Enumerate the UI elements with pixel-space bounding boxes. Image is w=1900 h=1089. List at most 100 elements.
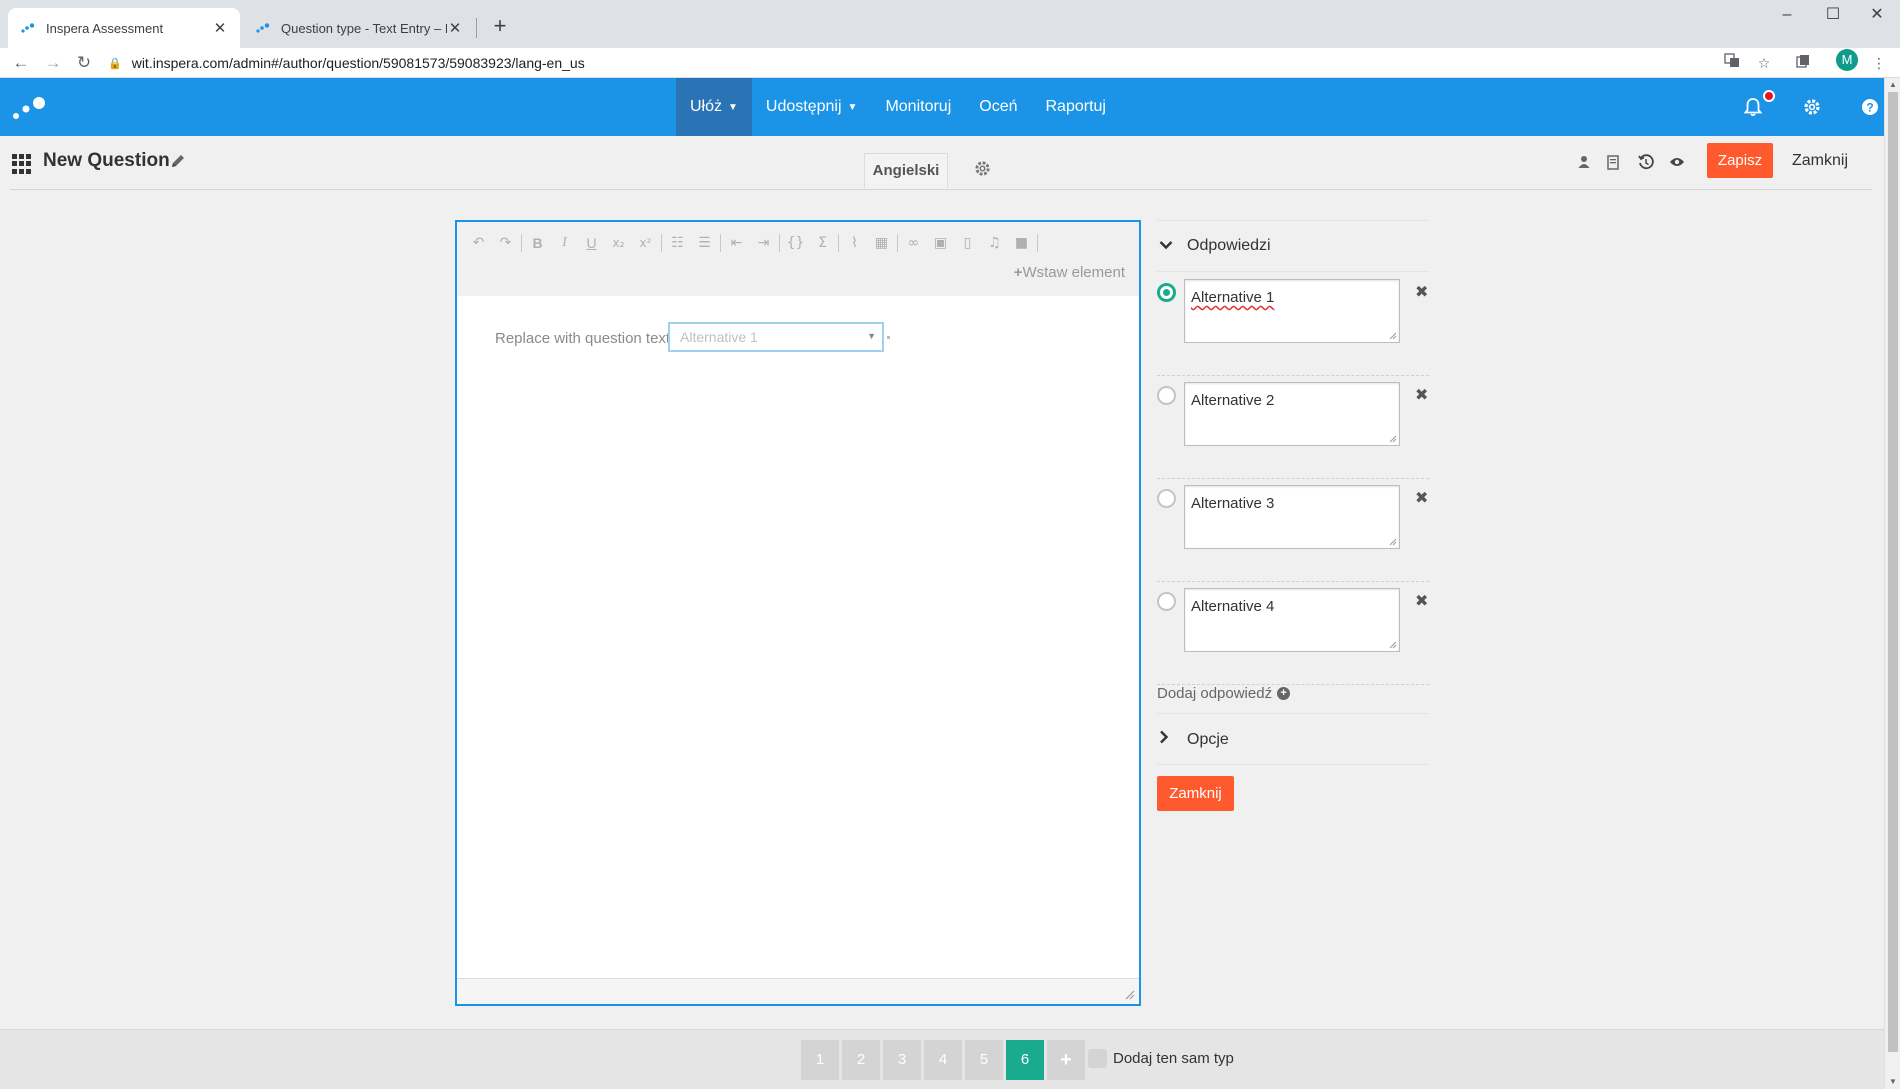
correct-answer-radio[interactable] — [1157, 283, 1176, 302]
translate-icon[interactable] — [1721, 52, 1743, 74]
image-icon[interactable]: ▣ — [927, 232, 954, 254]
document-icon[interactable] — [1603, 152, 1623, 172]
nav-item-monitoruj[interactable]: Monitoruj — [871, 78, 965, 136]
undo-icon[interactable]: ↶ — [465, 232, 492, 254]
inspera-favicon-icon — [255, 20, 271, 36]
indent-icon[interactable]: ⇥ — [750, 232, 777, 254]
add-same-type-toggle[interactable]: Dodaj ten sam typ — [1088, 1049, 1234, 1068]
notifications-bell-icon[interactable] — [1744, 78, 1762, 136]
extensions-icon[interactable] — [1792, 52, 1814, 74]
language-settings-gear-icon[interactable] — [974, 160, 991, 182]
answers-section-title: Odpowiedzi — [1187, 237, 1271, 254]
resize-handle-icon[interactable] — [1389, 538, 1397, 546]
close-tab-icon[interactable]: ✕ — [447, 19, 463, 37]
app-header: Ułóż ▼ Udostępnij ▼ Monitoruj Oceń Rapor… — [0, 78, 1884, 136]
nav-item-uloz[interactable]: Ułóż ▼ — [676, 78, 752, 136]
correct-answer-radio[interactable] — [1157, 489, 1176, 508]
back-icon[interactable]: ← — [8, 50, 34, 76]
page-button[interactable]: 4 — [924, 1040, 962, 1080]
language-tab-angielski[interactable]: Angielski — [864, 153, 948, 188]
numbered-list-icon[interactable]: ☷ — [664, 232, 691, 254]
resize-handle-icon[interactable] — [1389, 332, 1397, 340]
close-button[interactable]: Zamknij — [1780, 143, 1860, 178]
nav-item-label: Oceń — [979, 98, 1018, 115]
minimize-window-icon[interactable]: – — [1764, 0, 1810, 32]
insert-element-button[interactable]: +Wstaw element — [1014, 264, 1125, 281]
video-icon[interactable]: ■ — [1008, 232, 1035, 254]
page-scrollbar[interactable]: ▲ ▼ — [1884, 78, 1900, 1089]
scrollbar-thumb[interactable] — [1888, 92, 1898, 1052]
remove-alternative-icon[interactable]: ✖ — [1415, 282, 1428, 302]
resize-handle-icon[interactable] — [1125, 990, 1135, 1000]
remove-alternative-icon[interactable]: ✖ — [1415, 488, 1428, 508]
new-tab-icon[interactable]: + — [486, 12, 514, 40]
add-same-type-checkbox[interactable] — [1088, 1049, 1107, 1068]
profile-avatar[interactable]: M — [1836, 49, 1858, 71]
correct-answer-radio[interactable] — [1157, 386, 1176, 405]
alternative-text-field[interactable]: Alternative 3 — [1184, 485, 1400, 549]
nav-item-label: Raportuj — [1045, 98, 1106, 115]
page-button[interactable]: 1 — [801, 1040, 839, 1080]
close-tab-icon[interactable]: ✕ — [212, 19, 228, 37]
answers-section-header[interactable]: Odpowiedzi — [1157, 220, 1429, 272]
link-icon[interactable]: ∞ — [900, 232, 927, 254]
bulleted-list-icon[interactable]: ☰ — [691, 232, 718, 254]
page-button[interactable]: 5 — [965, 1040, 1003, 1080]
page-button[interactable]: 3 — [883, 1040, 921, 1080]
superscript-icon[interactable]: x² — [632, 232, 659, 254]
editor-content-area[interactable]: Replace with question text Alternative 1… — [457, 296, 1139, 976]
resize-handle-icon[interactable] — [1389, 641, 1397, 649]
save-button[interactable]: Zapisz — [1707, 143, 1773, 178]
redo-icon[interactable]: ↷ — [492, 232, 519, 254]
table-icon[interactable]: ▦ — [868, 232, 895, 254]
remove-alternative-icon[interactable]: ✖ — [1415, 591, 1428, 611]
page-button[interactable]: 2 — [842, 1040, 880, 1080]
edit-title-pencil-icon[interactable] — [170, 153, 186, 174]
user-icon[interactable] — [1574, 152, 1594, 172]
code-braces-icon[interactable]: {} — [782, 232, 809, 254]
scroll-down-icon[interactable]: ▼ — [1885, 1075, 1900, 1089]
close-panel-button[interactable]: Zamknij — [1157, 776, 1234, 811]
forward-icon[interactable]: → — [40, 50, 66, 76]
italic-icon[interactable]: I — [551, 232, 578, 254]
resize-handle-icon[interactable] — [1389, 435, 1397, 443]
scroll-up-icon[interactable]: ▲ — [1885, 78, 1900, 92]
bold-icon[interactable]: B — [524, 232, 551, 254]
history-icon[interactable] — [1636, 152, 1656, 172]
apps-grid-icon[interactable] — [12, 154, 32, 174]
math-sigma-icon[interactable]: Σ — [809, 232, 836, 254]
browser-menu-icon[interactable]: ⋮ — [1868, 52, 1890, 74]
audio-icon[interactable]: ♫ — [981, 232, 1008, 254]
reload-icon[interactable]: ↻ — [71, 50, 97, 76]
browser-tab-question-type[interactable]: Question type - Text Entry – Insp ✕ — [243, 8, 475, 48]
inspera-logo-icon[interactable] — [12, 94, 48, 122]
maximize-window-icon[interactable]: ☐ — [1810, 0, 1856, 32]
preview-eye-icon[interactable] — [1667, 152, 1687, 172]
outdent-icon[interactable]: ⇤ — [723, 232, 750, 254]
add-answer-button[interactable]: Dodaj odpowiedź + — [1157, 674, 1429, 714]
options-section-header[interactable]: Opcje — [1157, 715, 1429, 765]
correct-answer-radio[interactable] — [1157, 592, 1176, 611]
inline-answer-dropdown[interactable]: Alternative 1 ▼ — [668, 322, 884, 352]
url-field[interactable]: 🔒 wit.inspera.com/admin#/author/question… — [108, 50, 1768, 76]
nav-item-raportuj[interactable]: Raportuj — [1032, 78, 1120, 136]
help-icon[interactable]: ? — [1861, 78, 1879, 136]
alternative-text-field[interactable]: Alternative 1 — [1184, 279, 1400, 343]
bookmark-star-icon[interactable]: ☆ — [1753, 52, 1775, 74]
question-editor: ↶ ↷ B I U x₂ x² ☷ ☰ ⇤ ⇥ {} Σ ⌇ ▦ ∞ ▣ ▯ ♫… — [455, 220, 1141, 1006]
file-icon[interactable]: ▯ — [954, 232, 981, 254]
nav-item-udostepnij[interactable]: Udostępnij ▼ — [752, 78, 872, 136]
settings-gear-icon[interactable] — [1803, 78, 1821, 136]
browser-tab-inspera[interactable]: Inspera Assessment ✕ — [8, 8, 240, 48]
underline-icon[interactable]: U — [578, 232, 605, 254]
close-window-icon[interactable]: ✕ — [1854, 0, 1900, 32]
alternative-text-field[interactable]: Alternative 4 — [1184, 588, 1400, 652]
remove-alternative-icon[interactable]: ✖ — [1415, 385, 1428, 405]
alternative-text-field[interactable]: Alternative 2 — [1184, 382, 1400, 446]
attachment-icon[interactable]: ⌇ — [841, 232, 868, 254]
nav-item-ocen[interactable]: Oceń — [965, 78, 1031, 136]
add-question-button[interactable]: + — [1047, 1040, 1085, 1080]
subscript-icon[interactable]: x₂ — [605, 232, 632, 254]
page-button-active[interactable]: 6 — [1006, 1040, 1044, 1080]
tab-divider — [476, 18, 477, 38]
